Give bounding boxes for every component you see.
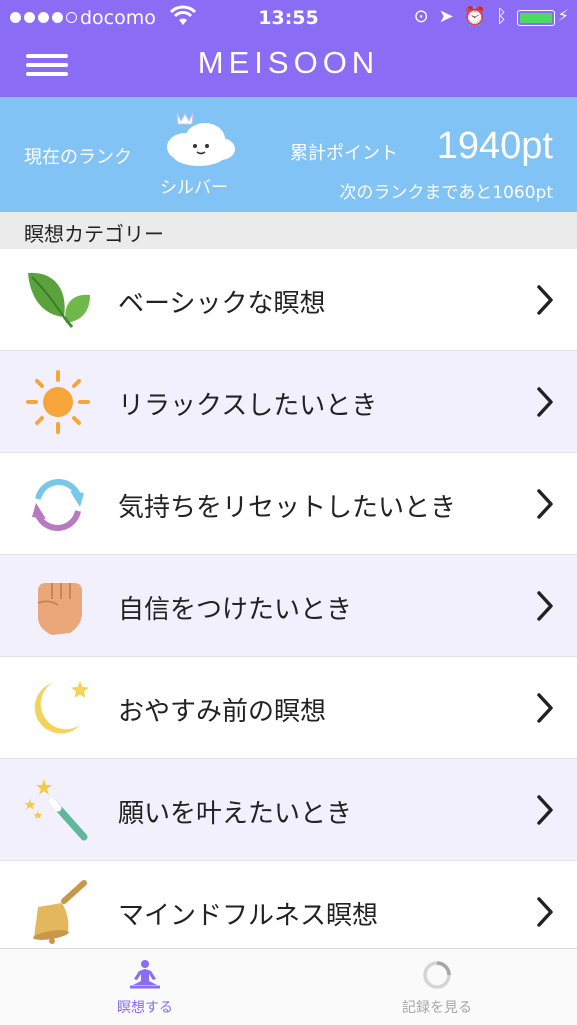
fist-icon bbox=[37, 583, 82, 635]
chevron-right-icon bbox=[537, 897, 553, 927]
bell-icon bbox=[33, 880, 87, 944]
rotation-lock-icon: ⊙ bbox=[413, 6, 429, 27]
chevron-right-icon bbox=[537, 285, 553, 315]
tab-label: 瞑想する bbox=[117, 1000, 173, 1016]
list-item-label: マインドフルネス瞑想 bbox=[118, 901, 379, 931]
tab-bar: 瞑想する 記録を見る bbox=[0, 948, 577, 1025]
points-label: 累計ポイント bbox=[290, 143, 398, 164]
list-item-label: 自信をつけたいとき bbox=[118, 595, 353, 625]
next-rank-text: 次のランクまであと1060pt bbox=[339, 183, 553, 203]
chevron-right-icon bbox=[537, 693, 553, 723]
current-rank-label: 現在のランク bbox=[24, 147, 132, 168]
sun-icon bbox=[26, 370, 90, 434]
moon-icon bbox=[34, 681, 89, 734]
list-item-relax[interactable]: リラックスしたいとき bbox=[0, 351, 577, 453]
list-item-reset[interactable]: 気持ちをリセットしたいとき bbox=[0, 453, 577, 555]
chevron-right-icon bbox=[537, 795, 553, 825]
app-header: docomo 13:55 ⊙ ➤ ⏰ ᛒ ⚡ MEISOON bbox=[0, 0, 577, 97]
rank-name: シルバー bbox=[160, 178, 228, 198]
loading-ring-icon bbox=[423, 961, 451, 989]
charging-icon: ⚡ bbox=[557, 6, 569, 25]
category-list: ベーシックな瞑想 リラックスしたいとき 気持ちをリセットしたいとき 自信をつけた… bbox=[0, 249, 577, 963]
rank-panel: 現在のランク シルバー 累計ポイント 1940pt 次のランクまであと1060p… bbox=[0, 97, 577, 212]
list-item-label: 気持ちをリセットしたいとき bbox=[118, 493, 457, 523]
tab-meditate[interactable]: 瞑想する bbox=[75, 949, 215, 1025]
location-icon: ➤ bbox=[438, 6, 454, 27]
list-item-label: ベーシックな瞑想 bbox=[118, 289, 326, 319]
list-item-label: リラックスしたいとき bbox=[118, 391, 378, 421]
tab-label: 記録を見る bbox=[402, 1000, 472, 1016]
cloud-character-icon bbox=[167, 112, 235, 166]
chevron-right-icon bbox=[537, 591, 553, 621]
list-item-label: おやすみ前の瞑想 bbox=[118, 697, 327, 727]
list-item-label: 願いを叶えたいとき bbox=[118, 799, 353, 829]
alarm-icon: ⏰ bbox=[463, 6, 487, 27]
tab-records[interactable]: 記録を見る bbox=[367, 949, 507, 1025]
chevron-right-icon bbox=[537, 387, 553, 417]
list-item-basic[interactable]: ベーシックな瞑想 bbox=[0, 249, 577, 351]
bluetooth-icon: ᛒ bbox=[496, 6, 507, 27]
category-header-label: 瞑想カテゴリー bbox=[24, 222, 164, 246]
magic-wand-icon bbox=[24, 779, 88, 841]
total-points: 1940pt bbox=[436, 125, 553, 167]
status-icons: ⊙ ➤ ⏰ ᛒ bbox=[414, 6, 507, 27]
list-item-sleep[interactable]: おやすみ前の瞑想 bbox=[0, 657, 577, 759]
meditation-icon bbox=[130, 960, 160, 989]
status-bar: docomo 13:55 ⊙ ➤ ⏰ ᛒ ⚡ bbox=[0, 0, 577, 38]
app-title: MEISOON bbox=[197, 45, 380, 80]
leaf-icon bbox=[28, 272, 90, 328]
list-item-confidence[interactable]: 自信をつけたいとき bbox=[0, 555, 577, 657]
refresh-icon bbox=[32, 479, 84, 531]
list-item-wish[interactable]: 願いを叶えたいとき bbox=[0, 759, 577, 861]
chevron-right-icon bbox=[537, 489, 553, 519]
category-section-header: 瞑想カテゴリー bbox=[0, 212, 577, 249]
battery-icon bbox=[517, 10, 555, 26]
